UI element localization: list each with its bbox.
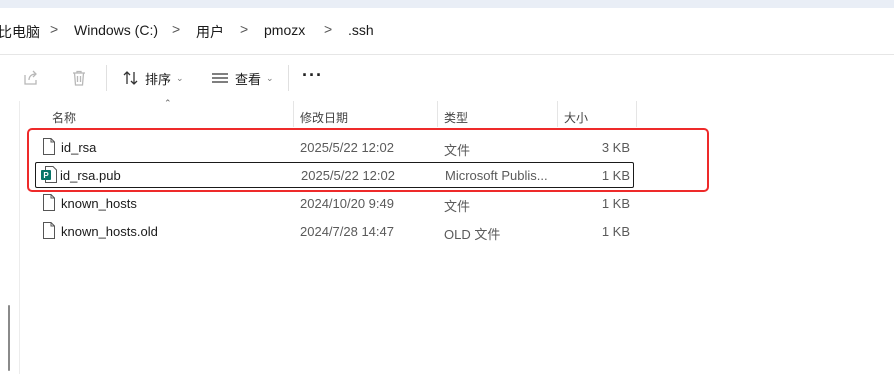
chevron-down-icon: ⌄ xyxy=(176,72,184,83)
column-header-size-label: 大小 xyxy=(564,111,589,125)
column-header-date-label: 修改日期 xyxy=(300,111,349,125)
column-divider[interactable] xyxy=(636,101,637,127)
blank-file-icon xyxy=(42,194,56,211)
column-header-size[interactable]: 大小 xyxy=(558,101,636,127)
toolbar-separator xyxy=(106,65,107,91)
view-label: 查看 xyxy=(235,71,262,87)
breadcrumb-separator[interactable]: > xyxy=(50,21,58,37)
toolbar-separator xyxy=(288,65,289,91)
column-header-name-label: 名称 xyxy=(52,111,77,125)
title-bar-strip xyxy=(0,0,894,8)
file-date: 2024/10/20 9:49 xyxy=(300,196,394,211)
file-name: known_hosts.old xyxy=(61,224,158,239)
sort-label: 排序 xyxy=(145,71,172,87)
file-name: known_hosts xyxy=(61,196,137,211)
column-header-type-label: 类型 xyxy=(444,111,469,125)
highlight-annotation xyxy=(27,128,709,192)
trash-icon[interactable] xyxy=(70,69,88,87)
column-header-type[interactable]: 类型 xyxy=(438,101,557,127)
column-header-name[interactable]: 名称 xyxy=(33,101,293,127)
file-size: 1 KB xyxy=(601,196,630,211)
breadcrumb-pmozx[interactable]: pmozx xyxy=(264,22,305,38)
command-bar: 排序 ⌄ 查看 ⌄ ··· xyxy=(0,55,894,101)
file-size: 1 KB xyxy=(601,224,630,239)
breadcrumb-this-pc[interactable]: 比电脑 xyxy=(0,22,40,42)
sort-icon xyxy=(122,70,140,86)
breadcrumb-windows-c[interactable]: Windows (C:) xyxy=(74,22,158,38)
column-header-date[interactable]: 修改日期 xyxy=(294,101,437,127)
blank-file-icon xyxy=(42,222,56,239)
breadcrumb-separator[interactable]: > xyxy=(324,21,332,37)
file-type: 文件 xyxy=(444,199,471,214)
breadcrumb-ssh[interactable]: .ssh xyxy=(348,22,374,38)
breadcrumb-separator[interactable]: > xyxy=(240,21,248,37)
breadcrumb: 比电脑 > Windows (C:) > 用户 > pmozx > .ssh xyxy=(0,8,894,52)
chevron-down-icon: ⌄ xyxy=(266,72,274,83)
breadcrumb-separator[interactable]: > xyxy=(172,21,180,37)
more-options-button[interactable]: ··· xyxy=(302,66,323,84)
scrollbar-thumb[interactable] xyxy=(8,305,10,371)
file-type: OLD 文件 xyxy=(444,227,501,242)
view-button[interactable]: 查看 ⌄ xyxy=(211,67,274,89)
share-icon[interactable] xyxy=(22,69,40,87)
breadcrumb-users[interactable]: 用户 xyxy=(196,22,224,42)
list-item[interactable]: known_hosts 2024/10/20 9:49 文件 1 KB xyxy=(33,190,633,216)
file-date: 2024/7/28 14:47 xyxy=(300,224,394,239)
sort-button[interactable]: 排序 ⌄ xyxy=(122,67,184,89)
navigation-pane[interactable] xyxy=(0,101,20,374)
view-icon xyxy=(211,70,229,86)
list-item[interactable]: known_hosts.old 2024/7/28 14:47 OLD 文件 1… xyxy=(33,218,633,244)
